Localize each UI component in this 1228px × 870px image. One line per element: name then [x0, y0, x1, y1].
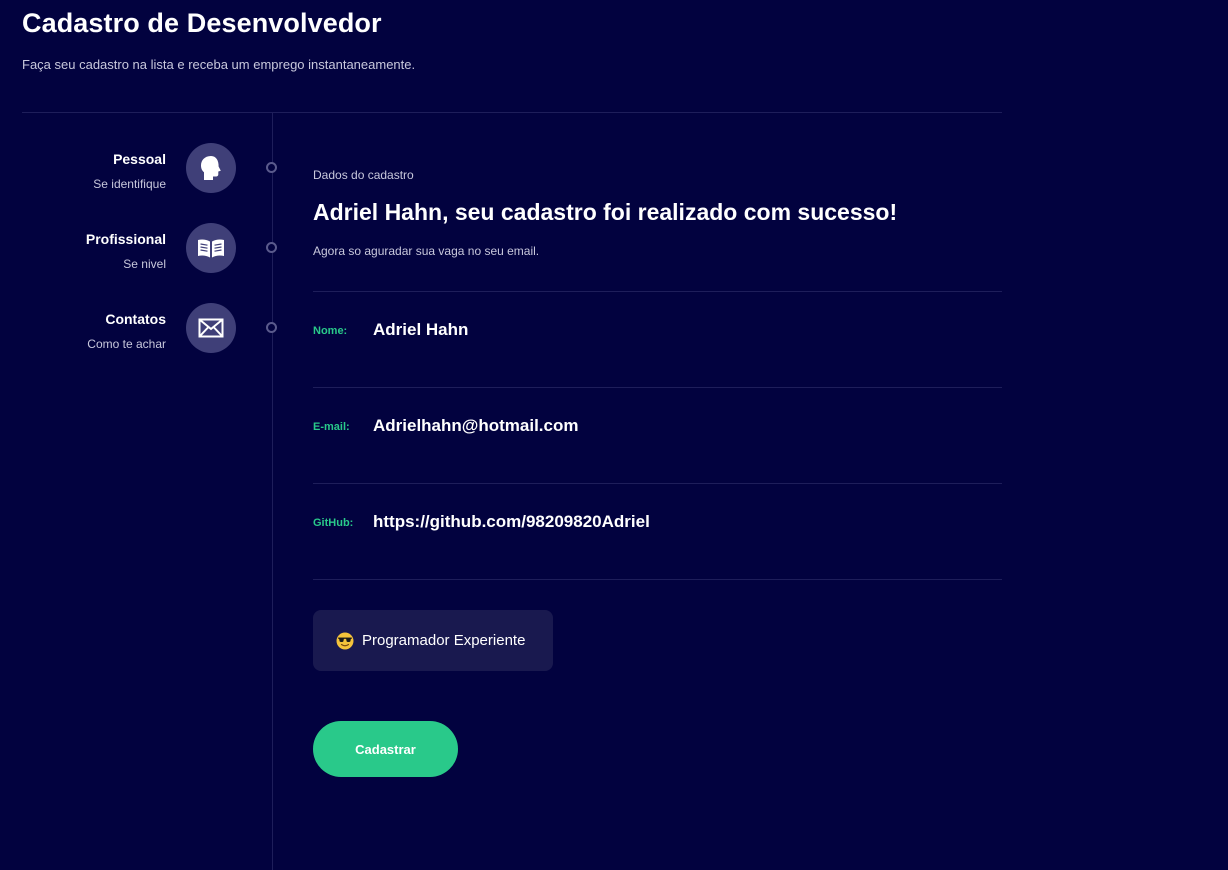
step-indicator	[266, 242, 277, 253]
step-indicator	[266, 322, 277, 333]
step-icon-circle[interactable]	[186, 303, 236, 353]
experience-level-card[interactable]: Programador Experiente	[313, 610, 553, 671]
field-value: https://github.com/98209820Adriel	[373, 512, 650, 531]
experience-level-label: Programador Experiente	[362, 632, 526, 649]
step-contatos[interactable]: Contatos Como te achar	[0, 303, 280, 355]
email-row: E-mail: Adrielhahn@hotmail.com	[313, 387, 1002, 483]
envelope-icon	[198, 318, 224, 338]
page: Cadastro de Desenvolvedor Faça seu cadas…	[0, 0, 1228, 870]
step-icon-circle[interactable]	[186, 223, 236, 273]
page-header: Cadastro de Desenvolvedor Faça seu cadas…	[22, 8, 415, 72]
name-row: Nome: Adriel Hahn	[313, 291, 1002, 387]
field-label: E-mail:	[313, 421, 350, 433]
section-eyebrow: Dados do cadastro	[313, 168, 414, 182]
person-head-icon	[201, 156, 221, 180]
book-icon	[198, 239, 224, 258]
page-subtitle: Faça seu cadastro na lista e receba um e…	[22, 57, 416, 72]
step-icon-circle[interactable]	[186, 143, 236, 193]
field-label: Nome:	[313, 325, 348, 337]
success-note: Agora so aguradar sua vaga no seu email.	[313, 244, 540, 258]
page-title: Cadastro de Desenvolvedor	[22, 8, 382, 38]
field-label: GitHub:	[313, 517, 354, 529]
step-subtitle: Se nivel	[123, 257, 166, 271]
step-labels: Pessoal Se identifique	[93, 151, 166, 191]
github-row: GitHub: https://github.com/98209820Adrie…	[313, 483, 1002, 579]
step-subtitle: Como te achar	[87, 337, 166, 351]
header-divider	[22, 112, 1002, 113]
step-labels: Profissional Se nivel	[86, 231, 166, 271]
success-headline: Adriel Hahn, seu cadastro foi realizado …	[313, 199, 898, 225]
fields-divider	[313, 579, 1002, 580]
step-indicator	[266, 162, 277, 173]
step-title: Profissional	[85, 231, 166, 247]
submit-button[interactable]: Cadastrar	[313, 721, 458, 777]
step-profissional[interactable]: Profissional Se nivel	[0, 223, 280, 275]
step-title: Pessoal	[113, 151, 166, 167]
summary-header: Dados do cadastro Adriel Hahn, seu cadas…	[313, 168, 1002, 258]
sunglasses-emoji-icon	[336, 632, 354, 649]
field-value: Adrielhahn@hotmail.com	[373, 416, 579, 435]
step-pessoal[interactable]: Pessoal Se identifique	[0, 143, 280, 195]
step-labels: Contatos Como te achar	[87, 311, 166, 351]
step-title: Contatos	[105, 311, 166, 327]
step-subtitle: Se identifique	[93, 177, 166, 191]
field-value: Adriel Hahn	[373, 320, 469, 339]
